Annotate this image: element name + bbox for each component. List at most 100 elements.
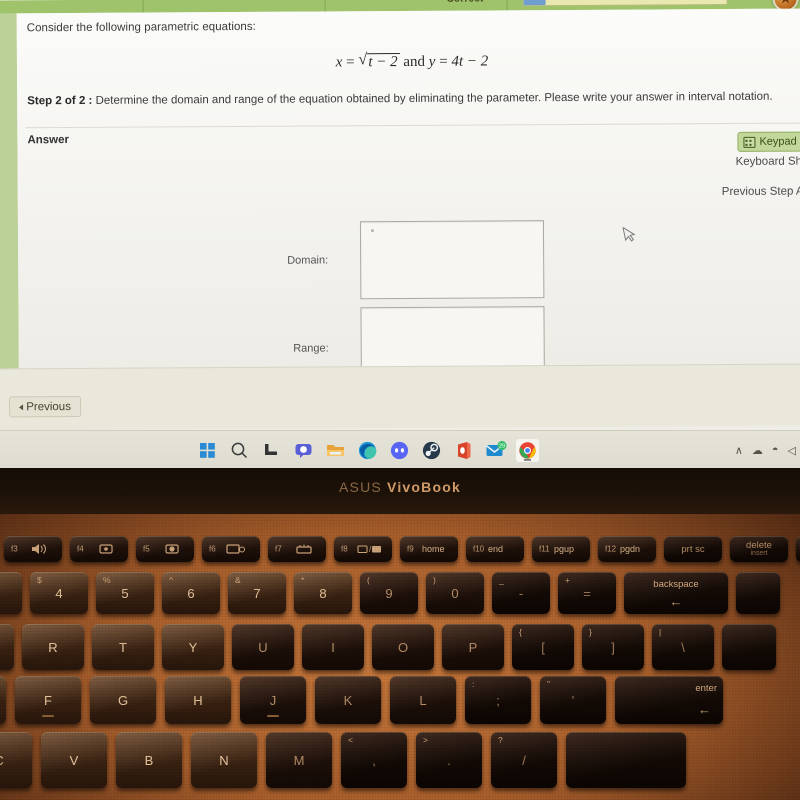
tray-chevron-up-icon[interactable]: ∧ xyxy=(735,444,743,457)
key-B[interactable]: B xyxy=(116,732,182,788)
key-M[interactable]: M xyxy=(266,732,332,788)
key-7[interactable]: & 7 xyxy=(228,572,286,614)
key-J[interactable]: J xyxy=(240,676,306,724)
key-f3[interactable]: f3 xyxy=(4,536,62,562)
wifi-icon[interactable]: ◓ xyxy=(772,444,779,456)
key-bracket-right[interactable]: } ] xyxy=(582,624,644,670)
keyboard-backlight-icon xyxy=(293,543,315,555)
equation-radicand: t − 2 xyxy=(367,53,400,72)
key-backslash[interactable]: | \ xyxy=(652,624,714,670)
progress-bar-fill xyxy=(523,0,546,6)
volume-icon[interactable]: ◁ xyxy=(788,444,796,457)
homing-bump-f xyxy=(42,715,54,717)
windows-start-icon[interactable] xyxy=(196,439,219,462)
key-f6[interactable]: f6 xyxy=(202,536,260,562)
brightness-up-icon xyxy=(162,543,182,555)
key-f12-pgdn[interactable]: f12 pgdn xyxy=(598,536,656,562)
homing-bump-j xyxy=(267,715,279,717)
key-period[interactable]: > . xyxy=(416,732,482,788)
key-K[interactable]: K xyxy=(315,676,381,724)
key-f11-pgup[interactable]: f11 pgup xyxy=(532,536,590,562)
key-R[interactable]: R xyxy=(22,624,84,670)
step-instruction: Step 2 of 2 : Determine the domain and r… xyxy=(27,91,787,108)
key-T[interactable]: T xyxy=(92,624,154,670)
edge-browser-icon[interactable] xyxy=(356,439,379,462)
keyboard-shortcuts-link[interactable]: Keyboard Shortcuts xyxy=(736,155,800,168)
key-f4[interactable]: f4 xyxy=(70,536,128,562)
footer-bar xyxy=(0,363,800,431)
keypad-button[interactable]: Keypad xyxy=(737,131,800,152)
onedrive-cloud-icon[interactable]: ☁ xyxy=(752,444,763,457)
key-power[interactable]: ☀ xyxy=(796,536,800,562)
key-f7[interactable]: f7 xyxy=(268,536,326,562)
key-V[interactable]: V xyxy=(41,732,107,788)
keyboard-deck: f3 f4 f5 f6 f7 f8 / f9 home f10 end f11 … xyxy=(0,514,800,800)
previous-button[interactable]: Previous xyxy=(8,395,82,418)
device-brand-label: ASUS VivoBook xyxy=(0,479,800,495)
key-backspace[interactable]: backspace ← xyxy=(624,572,728,614)
key-semicolon[interactable]: : ; xyxy=(465,676,531,724)
key-f8[interactable]: f8 / xyxy=(334,536,392,562)
domain-input[interactable] xyxy=(359,220,545,300)
key-right-shift[interactable] xyxy=(566,732,686,788)
discord-icon[interactable] xyxy=(388,439,411,462)
steam-icon[interactable] xyxy=(420,439,443,462)
key-print-screen[interactable]: prt sc xyxy=(664,536,722,562)
touchpad-icon xyxy=(225,543,249,555)
key-I[interactable]: I xyxy=(302,624,364,670)
key-D[interactable]: D xyxy=(0,676,6,724)
key-f9-home[interactable]: f9 home xyxy=(400,536,458,562)
key-O[interactable]: O xyxy=(372,624,434,670)
key-bracket-left[interactable]: { [ xyxy=(512,624,574,670)
key-N[interactable]: N xyxy=(191,732,257,788)
key-minus[interactable]: _ - xyxy=(492,572,550,614)
domain-label: Domain: xyxy=(287,254,329,267)
keyboard-home-row: D F G H J K L : ; xyxy=(0,676,723,724)
parametric-equation: x = √ t − 2 and y = 4t − 2 xyxy=(17,51,800,74)
task-view-icon[interactable] xyxy=(260,439,283,462)
search-icon[interactable] xyxy=(228,439,251,462)
key-numpad-edge[interactable] xyxy=(736,572,780,614)
key-slash[interactable]: ? / xyxy=(491,732,557,788)
chevron-left-icon xyxy=(19,403,24,410)
step-label: Step 2 of 2 : xyxy=(27,94,93,108)
key-5[interactable]: % 5 xyxy=(96,572,154,614)
key-f5[interactable]: f5 xyxy=(136,536,194,562)
key-equals[interactable]: + = xyxy=(558,572,616,614)
key-comma[interactable]: < , xyxy=(341,732,407,788)
question-prompt: Consider the following parametric equati… xyxy=(26,20,256,35)
question-panel: Consider the following parametric equati… xyxy=(16,8,800,374)
key-E[interactable]: E xyxy=(0,624,14,670)
keypad-button-label: Keypad xyxy=(759,135,797,148)
keyboard-qwerty-row: E R T Y U I O P { xyxy=(0,624,776,670)
key-F[interactable]: F xyxy=(15,676,81,724)
brightness-down-icon xyxy=(96,543,116,555)
key-9[interactable]: ( 9 xyxy=(360,572,418,614)
key-0[interactable]: ) 0 xyxy=(426,572,484,614)
key-Y[interactable]: Y xyxy=(162,624,224,670)
file-explorer-icon[interactable] xyxy=(324,439,347,462)
key-4[interactable]: $ 4 xyxy=(30,572,88,614)
key-U[interactable]: U xyxy=(232,624,294,670)
key-quote[interactable]: " ' xyxy=(540,676,606,724)
key-P[interactable]: P xyxy=(442,624,504,670)
calculator-keypad-icon xyxy=(743,136,756,148)
key-f10-end[interactable]: f10 end xyxy=(466,536,524,562)
key-qwerty-edge[interactable] xyxy=(722,624,776,670)
range-input[interactable] xyxy=(360,306,545,374)
key-6[interactable]: ^ 6 xyxy=(162,572,220,614)
key-H[interactable]: H xyxy=(165,676,231,724)
key-8[interactable]: * 8 xyxy=(294,572,352,614)
teams-chat-icon[interactable] xyxy=(292,439,315,462)
key-enter[interactable]: enter ← xyxy=(615,676,723,724)
display-switch-icon: / xyxy=(356,543,382,555)
office-icon[interactable] xyxy=(452,439,475,462)
key-delete[interactable]: delete insert xyxy=(730,536,788,562)
mail-icon[interactable]: 29 xyxy=(484,439,507,462)
key-L[interactable]: L xyxy=(390,676,456,724)
key-G[interactable]: G xyxy=(90,676,156,724)
previous-step-answers-link[interactable]: Previous Step Answers xyxy=(722,185,800,198)
key-C[interactable]: C xyxy=(0,732,32,788)
key-3[interactable]: 3 xyxy=(0,572,22,614)
chrome-icon[interactable] xyxy=(516,438,539,462)
